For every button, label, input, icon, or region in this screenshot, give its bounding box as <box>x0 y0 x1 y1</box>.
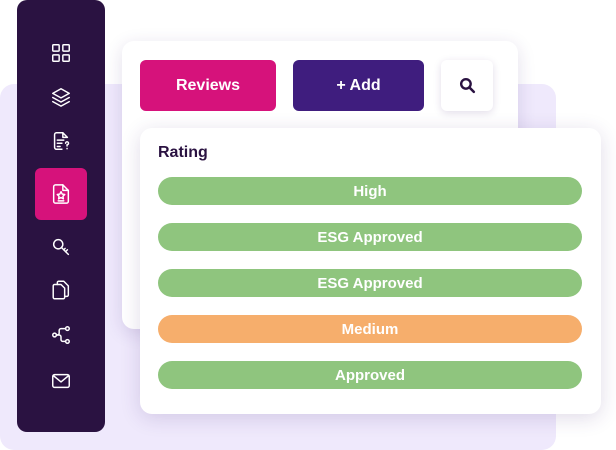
add-button[interactable]: + Add <box>293 60 424 111</box>
rating-option[interactable]: Medium <box>158 315 582 343</box>
search-button[interactable] <box>441 60 493 111</box>
reviews-button[interactable]: Reviews <box>140 60 276 111</box>
rating-title: Rating <box>158 144 208 161</box>
rating-option[interactable]: Approved <box>158 361 582 389</box>
mail-icon <box>52 373 70 389</box>
sidebar <box>17 0 105 432</box>
sidebar-item-mail[interactable] <box>35 355 87 407</box>
sidebar-item-workflow[interactable] <box>35 309 87 361</box>
search-icon <box>459 77 475 94</box>
copy-files-icon <box>52 280 70 300</box>
key-icon <box>52 238 70 256</box>
sidebar-item-documents[interactable] <box>35 115 87 167</box>
rating-option[interactable]: ESG Approved <box>158 223 582 251</box>
workflow-icon <box>52 326 70 344</box>
dashboard-grid-icon <box>52 44 70 62</box>
rated-document-icon <box>52 184 70 204</box>
document-icon <box>53 132 70 150</box>
rating-option[interactable]: ESG Approved <box>158 269 582 297</box>
sidebar-item-ratings[interactable] <box>35 168 87 220</box>
rating-dropdown: Rating High ESG Approved ESG Approved Me… <box>140 128 601 414</box>
rating-option[interactable]: High <box>158 177 582 205</box>
layers-icon <box>52 88 70 107</box>
